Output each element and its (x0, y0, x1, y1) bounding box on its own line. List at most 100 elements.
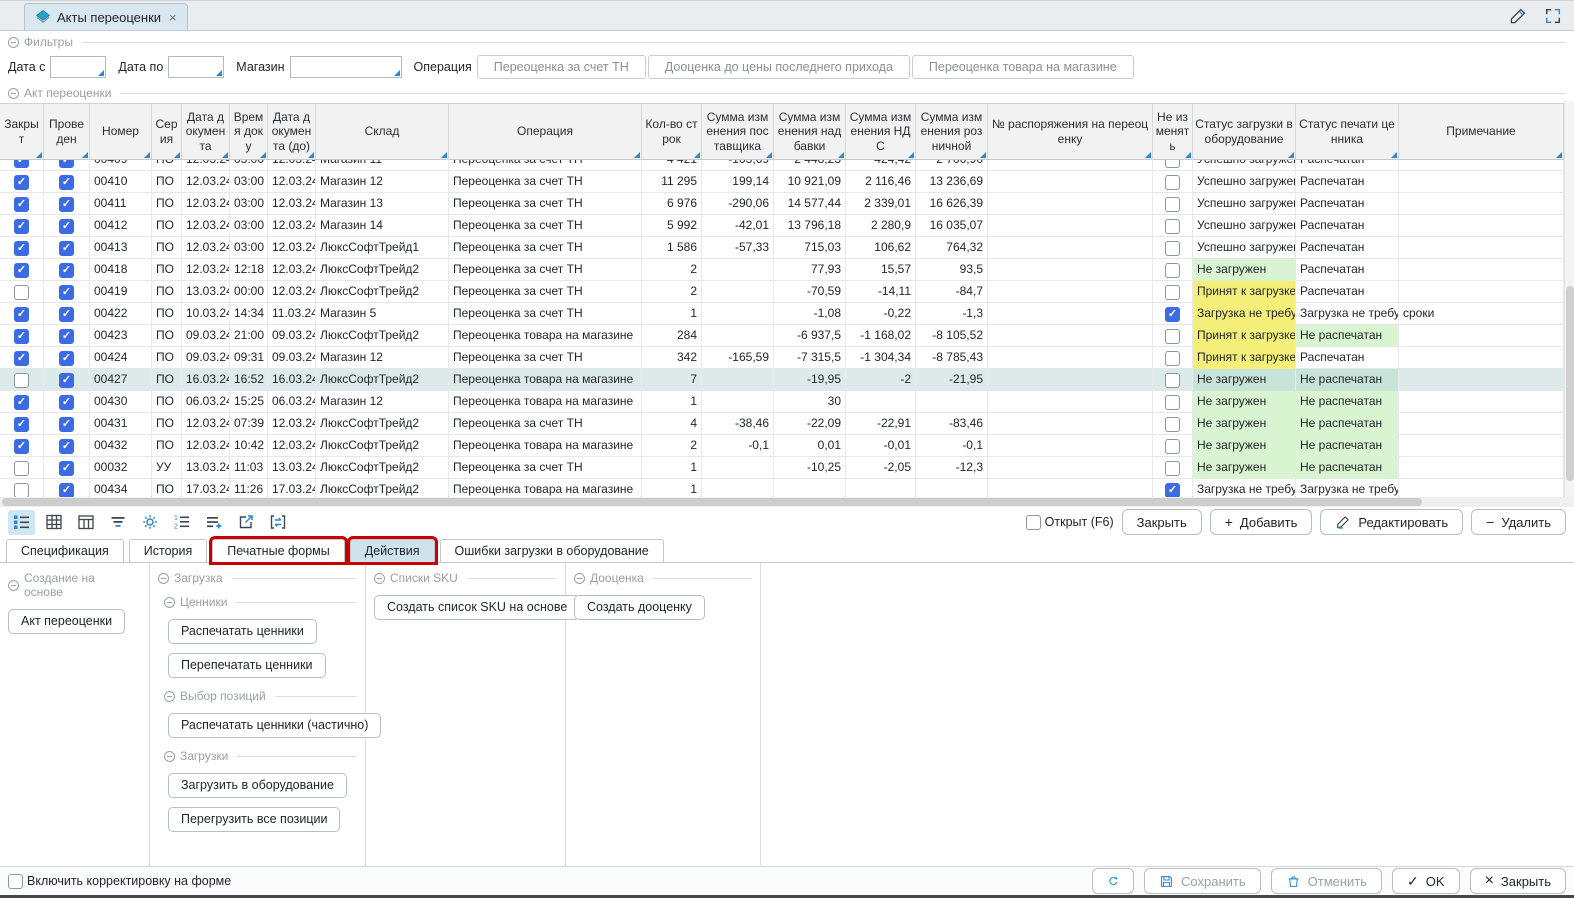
collapse-icon[interactable] (164, 691, 175, 702)
row-checkbox-no_change[interactable] (1165, 307, 1180, 322)
row-checkbox-closed[interactable] (14, 263, 29, 278)
row-checkbox-posted[interactable] (59, 285, 74, 300)
row-checkbox-posted[interactable] (59, 351, 74, 366)
row-checkbox-posted[interactable] (59, 395, 74, 410)
row-checkbox-closed[interactable] (14, 197, 29, 212)
row-checkbox-no_change[interactable] (1165, 483, 1180, 498)
row-checkbox-no_change[interactable] (1165, 461, 1180, 476)
tab-deystviya[interactable]: Действия (350, 539, 435, 562)
collapse-icon[interactable] (8, 37, 19, 48)
collapse-icon[interactable] (374, 573, 385, 584)
row-checkbox-posted[interactable] (59, 329, 74, 344)
column-header[interactable]: Номер (90, 104, 152, 159)
reload-icon[interactable] (264, 510, 291, 535)
row-checkbox-posted[interactable] (59, 417, 74, 432)
column-header[interactable]: Кол-во строк (642, 104, 702, 159)
grid-view-icon[interactable] (40, 510, 67, 535)
enable-correction-checkbox[interactable]: Включить корректировку на форме (8, 874, 231, 889)
row-checkbox-no_change[interactable] (1165, 241, 1180, 256)
table-row[interactable]: 00413ПО12.03.2403:0012.03.24ЛюксСофтТрей… (0, 237, 1574, 259)
row-checkbox-posted[interactable] (59, 160, 74, 168)
create-sku-list-button[interactable]: Создать список SKU на основе (374, 595, 580, 620)
operation-filter-ton-button[interactable]: Переоценка за счет ТН (477, 55, 646, 79)
column-header[interactable]: Операция (449, 104, 642, 159)
operation-filter-docenka-button[interactable]: Дооценка до цены последнего прихода (648, 55, 910, 79)
table-row[interactable]: 00422ПО10.03.2414:3411.03.24Магазин 5Пер… (0, 303, 1574, 325)
column-header[interactable]: Проведен (44, 104, 90, 159)
table-row[interactable]: 00427ПО16.03.2416:5216.03.24ЛюксСофтТрей… (0, 369, 1574, 391)
tab-oshibki-zagruzki[interactable]: Ошибки загрузки в оборудование (440, 539, 664, 562)
column-header[interactable]: Сумма изменения НДС (846, 104, 916, 159)
row-checkbox-posted[interactable] (59, 439, 74, 454)
list-view-icon[interactable] (8, 510, 35, 535)
row-checkbox-closed[interactable] (14, 351, 29, 366)
row-checkbox-no_change[interactable] (1165, 263, 1180, 278)
row-checkbox-no_change[interactable] (1165, 219, 1180, 234)
cancel-button[interactable]: Отменить (1271, 868, 1382, 894)
row-checkbox-no_change[interactable] (1165, 417, 1180, 432)
row-checkbox-closed[interactable] (14, 241, 29, 256)
row-checkbox-closed[interactable] (14, 219, 29, 234)
column-header[interactable]: Дата документа (до) (268, 104, 316, 159)
row-checkbox-closed[interactable] (14, 160, 29, 168)
table-row[interactable]: 00409ПО12.03.2403:0012.03.24Магазин 11Пе… (0, 160, 1574, 171)
table-row[interactable]: 00419ПО13.03.2400:0012.03.24ЛюксСофтТрей… (0, 281, 1574, 303)
ok-button[interactable]: ✓OK (1392, 868, 1460, 894)
row-checkbox-posted[interactable] (59, 483, 74, 498)
collapse-icon[interactable] (8, 580, 19, 591)
column-header[interactable]: Закрыт (0, 104, 44, 159)
collapse-icon[interactable] (158, 573, 169, 584)
open-in-new-icon[interactable] (232, 510, 259, 535)
calendar-view-icon[interactable] (72, 510, 99, 535)
horizontal-scrollbar[interactable] (0, 497, 1574, 507)
tab-pechatnye-formy[interactable]: Печатные формы (212, 539, 345, 562)
row-checkbox-closed[interactable] (14, 417, 29, 432)
row-checkbox-no_change[interactable] (1165, 351, 1180, 366)
table-row[interactable]: 00412ПО12.03.2403:0012.03.24Магазин 14Пе… (0, 215, 1574, 237)
numbered-list-icon[interactable]: 12 (168, 510, 195, 535)
collapse-icon[interactable] (164, 597, 175, 608)
add-list-icon[interactable] (200, 510, 227, 535)
date-to-input[interactable] (168, 56, 224, 78)
row-checkbox-closed[interactable] (14, 373, 29, 388)
row-checkbox-no_change[interactable] (1165, 197, 1180, 212)
column-header[interactable]: Сумма изменения поставщика (702, 104, 774, 159)
row-checkbox-closed[interactable] (14, 483, 29, 498)
open-f6-checkbox[interactable]: Открыт (F6) (1026, 515, 1114, 530)
table-row[interactable]: 00411ПО12.03.2403:0012.03.24Магазин 13Пе… (0, 193, 1574, 215)
column-header[interactable]: Сумма изменения розничной (916, 104, 988, 159)
row-checkbox-posted[interactable] (59, 219, 74, 234)
table-row[interactable]: 00430ПО06.03.2415:2506.03.24Магазин 12Пе… (0, 391, 1574, 413)
load-to-equipment-button[interactable]: Загрузить в оборудование (168, 773, 347, 798)
table-row[interactable]: 00410ПО12.03.2403:0012.03.24Магазин 12Пе… (0, 171, 1574, 193)
row-checkbox-posted[interactable] (59, 307, 74, 322)
collapse-icon[interactable] (8, 88, 19, 99)
column-header[interactable]: Статус печати ценника (1296, 104, 1399, 159)
row-checkbox-no_change[interactable] (1165, 373, 1180, 388)
row-checkbox-closed[interactable] (14, 461, 29, 476)
close-window-button[interactable]: ×Закрыть (1470, 868, 1566, 894)
row-checkbox-no_change[interactable] (1165, 439, 1180, 454)
row-checkbox-no_change[interactable] (1165, 329, 1180, 344)
row-checkbox-posted[interactable] (59, 175, 74, 190)
edit-pencil-icon[interactable] (1508, 6, 1528, 26)
row-checkbox-closed[interactable] (14, 307, 29, 322)
row-checkbox-posted[interactable] (59, 241, 74, 256)
column-header[interactable]: № распоряжения на переоценку (988, 104, 1153, 159)
row-checkbox-posted[interactable] (59, 197, 74, 212)
row-checkbox-no_change[interactable] (1165, 175, 1180, 190)
print-price-tags-button[interactable]: Распечатать ценники (168, 619, 317, 644)
table-row[interactable]: 00431ПО12.03.2407:3912.03.24ЛюксСофтТрей… (0, 413, 1574, 435)
filter-icon[interactable] (104, 510, 131, 535)
column-header[interactable]: Дата документа (182, 104, 230, 159)
column-header[interactable]: Сумма изменения надбавки (774, 104, 846, 159)
table-row[interactable]: 00032УУ13.03.2411:0313.03.24ЛюксСофтТрей… (0, 457, 1574, 479)
column-header[interactable]: Статус загрузки в оборудование (1193, 104, 1296, 159)
refresh-button[interactable] (1092, 868, 1134, 894)
create-surcharge-button[interactable]: Создать дооценку (574, 595, 705, 620)
column-header[interactable]: Время доку (230, 104, 268, 159)
tab-akty-pereocenki[interactable]: Акты переоценки × (24, 3, 188, 30)
table-row[interactable]: 00423ПО09.03.2421:0009.03.24ЛюксСофтТрей… (0, 325, 1574, 347)
collapse-icon[interactable] (574, 573, 585, 584)
operation-filter-store-button[interactable]: Переоценка товара на магазине (912, 55, 1134, 79)
